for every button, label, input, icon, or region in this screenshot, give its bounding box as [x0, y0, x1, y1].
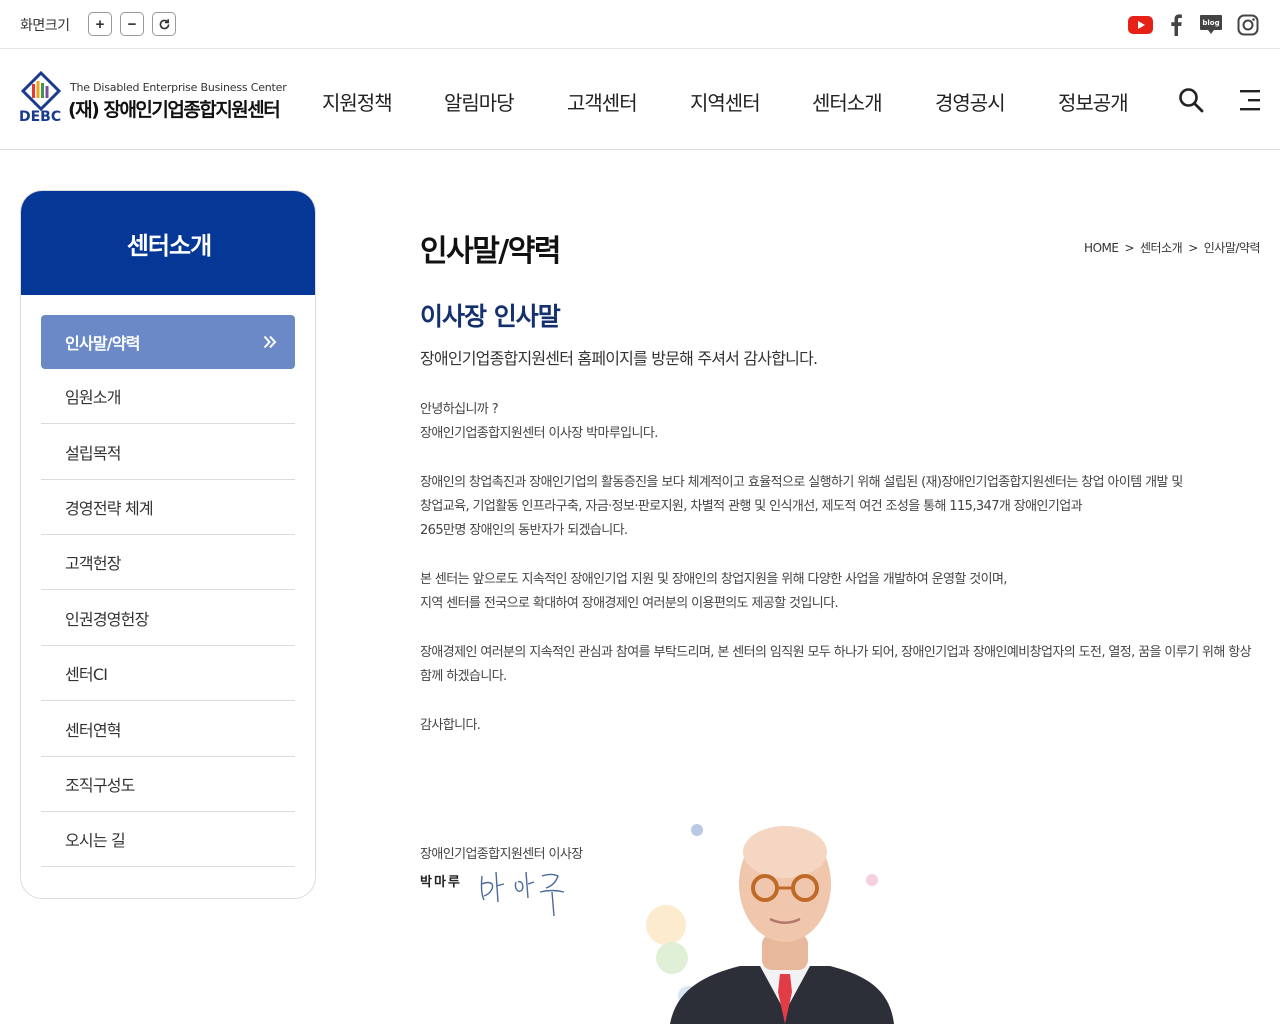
zoom-out-button[interactable]: − [120, 12, 144, 36]
breadcrumb-current[interactable]: 인사말/약력 [1204, 239, 1261, 256]
breadcrumb-home[interactable]: HOME [1084, 241, 1119, 255]
sidebar-item-history[interactable]: 센터연혁 [41, 702, 295, 757]
future-plan-paragraph: 본 센터는 앞으로도 지속적인 장애인기업 지원 및 장애인의 창업지원을 위해… [420, 568, 1270, 616]
zoom-in-button[interactable]: + [88, 12, 112, 36]
sidebar-item-directions[interactable]: 오시는 길 [41, 812, 295, 867]
lead-text: 장애인기업종합지원센터 홈페이지를 방문해 주셔서 감사합니다. [420, 349, 818, 368]
sidebar-item-customer-charter[interactable]: 고객헌장 [41, 535, 295, 590]
section-title: 이사장 인사말 [420, 302, 561, 331]
nav-management-disclosure[interactable]: 경영공시 [935, 87, 1006, 116]
handwritten-signature [480, 871, 565, 917]
signature-name: 박마루 [420, 875, 462, 890]
sidebar-header: 센터소개 [21, 191, 315, 295]
site-logo[interactable]: DEBC The Disabled Enterprise Business Ce… [18, 71, 288, 131]
nav-info-disclosure[interactable]: 정보공개 [1058, 87, 1129, 116]
logo-english-name: The Disabled Enterprise Business Center [70, 81, 287, 94]
paragraph-line: 본 센터는 앞으로도 지속적인 장애인기업 지원 및 장애인의 창업지원을 위해… [420, 572, 1008, 587]
sidebar-item-purpose[interactable]: 설립목적 [41, 425, 295, 480]
breadcrumb-separator: > [1124, 240, 1135, 255]
paragraph-line: 장애인의 창업촉진과 장애인기업의 활동증진을 보다 체계적이고 효율적으로 실… [420, 475, 1183, 490]
instagram-icon [1237, 14, 1259, 36]
breadcrumb: HOME > 센터소개 > 인사말/약력 [1084, 239, 1260, 256]
menu-icon [1240, 90, 1260, 111]
paragraph-line: 장애경제인 여러분의 지속적인 관심과 참여를 부탁드리며, 본 센터의 임직원… [420, 645, 1252, 660]
search-button[interactable] [1176, 85, 1206, 115]
logo-abbr: DEBC [19, 109, 62, 125]
sidebar-item-label: 인사말/약력 [65, 334, 140, 353]
menu-button[interactable] [1235, 85, 1265, 115]
nav-about-center[interactable]: 센터소개 [812, 87, 883, 116]
blog-link[interactable]: blog [1198, 12, 1224, 38]
sidebar: 센터소개 인사말/약력 임원소개 설립목적 경영전략 체계 고객헌장 인권경영헌… [20, 190, 316, 899]
double-chevron-right-icon [263, 335, 277, 349]
nav-support-policy[interactable]: 지원정책 [322, 87, 393, 116]
sidebar-item-human-rights-charter[interactable]: 인권경영헌장 [41, 591, 295, 646]
mission-paragraph: 장애인의 창업촉진과 장애인기업의 활동증진을 보다 체계적이고 효율적으로 실… [420, 471, 1270, 543]
zoom-reset-button[interactable] [152, 12, 176, 36]
breadcrumb-separator: > [1188, 240, 1198, 255]
paragraph-line: 장애인기업종합지원센터 이사장 박마루입니다. [420, 426, 658, 441]
facebook-icon [1171, 14, 1182, 36]
sidebar-item-executives[interactable]: 임원소개 [41, 369, 295, 424]
sidebar-title: 센터소개 [126, 231, 212, 260]
paragraph-line: 감사합니다. [420, 718, 481, 733]
blog-icon: blog [1200, 15, 1222, 34]
nav-notices[interactable]: 알림마당 [444, 87, 515, 116]
nav-regional-center[interactable]: 지역센터 [690, 87, 761, 116]
nav-customer-center[interactable]: 고객센터 [567, 87, 638, 116]
breadcrumb-about[interactable]: 센터소개 [1140, 239, 1183, 256]
youtube-link[interactable] [1127, 12, 1153, 38]
logo-korean-name: (재) 장애인기업종합지원센터 [68, 99, 281, 121]
facebook-link[interactable] [1163, 12, 1189, 38]
paragraph-line: 안녕하십니까 ? [420, 402, 499, 417]
utility-bar: 화면크기 + − blog [0, 0, 1280, 49]
svg-text:blog: blog [1202, 19, 1219, 27]
sidebar-item-greeting[interactable]: 인사말/약력 [41, 315, 295, 369]
site-header: DEBC The Disabled Enterprise Business Ce… [0, 49, 1280, 150]
sidebar-item-center-ci[interactable]: 센터CI [41, 646, 295, 701]
thanks-paragraph: 감사합니다. [420, 714, 1270, 738]
page-title: 인사말/약력 [420, 234, 561, 269]
instagram-link[interactable] [1235, 12, 1261, 38]
refresh-icon [159, 18, 169, 29]
paragraph-line: 창업교육, 기업활동 인프라구축, 자금·정보·판로지원, 차별적 관행 및 인… [420, 499, 1083, 514]
youtube-icon [1127, 16, 1153, 34]
greeting-paragraph: 안녕하십니까 ? 장애인기업종합지원센터 이사장 박마루입니다. [420, 398, 1270, 446]
paragraph-line: 함께 하겠습니다. [420, 669, 507, 684]
sidebar-item-organization[interactable]: 조직구성도 [41, 757, 295, 812]
screen-size-label: 화면크기 [20, 18, 70, 34]
chairman-portrait [646, 824, 894, 1024]
paragraph-line: 265만명 장애인의 동반자가 되겠습니다. [420, 523, 628, 538]
sidebar-item-strategy[interactable]: 경영전략 체계 [41, 480, 295, 535]
request-paragraph: 장애경제인 여러분의 지속적인 관심과 참여를 부탁드리며, 본 센터의 임직원… [420, 641, 1270, 689]
signature-organization: 장애인기업종합지원센터 이사장 [420, 847, 583, 862]
search-icon [1179, 88, 1204, 113]
logo-mark-icon [20, 71, 62, 111]
paragraph-line: 지역 센터를 전국으로 확대하여 장애경제인 여러분의 이용편의도 제공할 것입… [420, 596, 839, 611]
